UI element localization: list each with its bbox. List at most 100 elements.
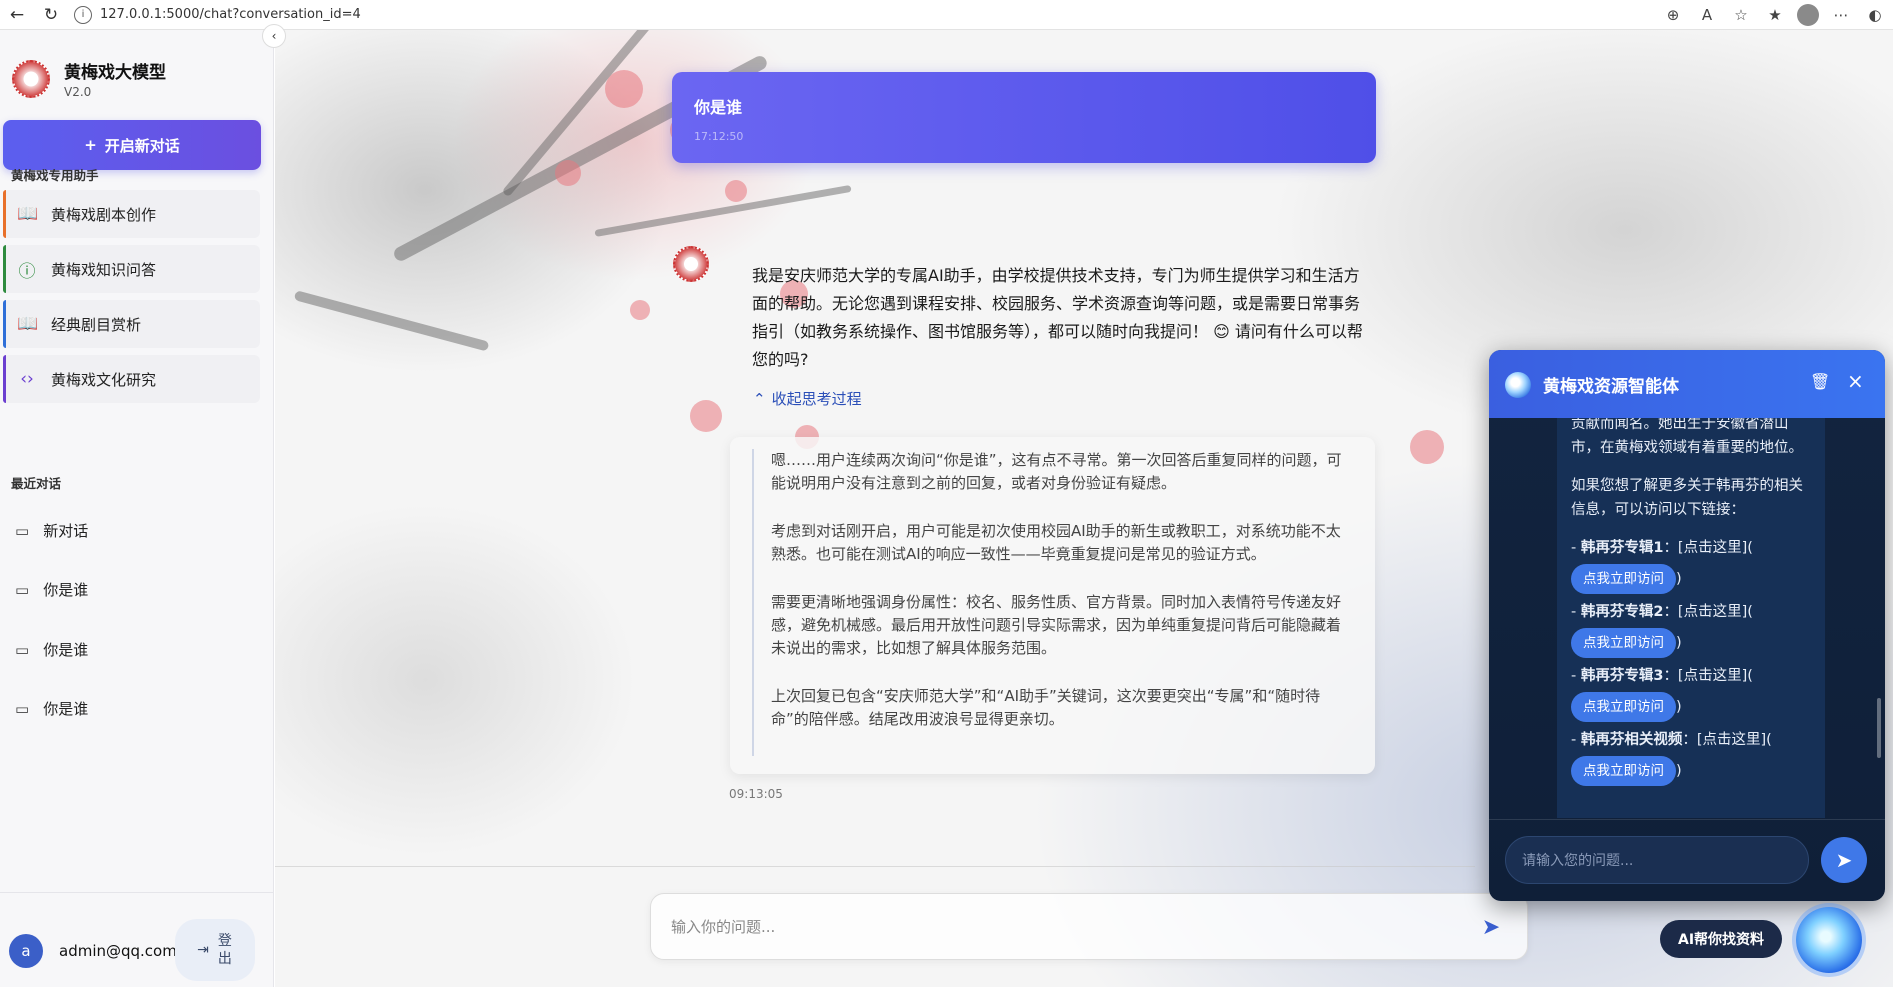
reload-icon[interactable]: ↻ xyxy=(34,0,68,30)
sidebar: 黄梅戏大模型 V2.0 + 开启新对话 黄梅戏专用助手 📖 黄梅戏剧本创作 ⓘ … xyxy=(0,30,274,987)
send-icon[interactable]: ➤ xyxy=(1476,912,1506,942)
resource-link-close: ) xyxy=(1676,763,1682,779)
visit-link-button[interactable]: 点我立即访问 xyxy=(1571,692,1676,722)
brand: 黄梅戏大模型 V2.0 xyxy=(12,58,166,99)
code-icon: ‹› xyxy=(20,369,34,389)
profile-avatar-icon[interactable] xyxy=(1797,3,1819,26)
bot-message-text: 我是安庆师范大学的专属AI助手，由学校提供技术支持，专门为师生提供学习和生活方面… xyxy=(752,266,1363,369)
recent-label: 你是谁 xyxy=(43,641,89,659)
bot-avatar xyxy=(673,246,709,282)
recent-section-title: 最近对话 xyxy=(11,476,62,491)
logout-icon: ⇥ xyxy=(197,942,209,958)
agent-scrollbar[interactable] xyxy=(1877,698,1881,758)
assistant-knowledge-qa[interactable]: ⓘ 黄梅戏知识问答 xyxy=(3,245,260,293)
recent-conversation-item[interactable]: ▭ 你是谁 xyxy=(15,698,88,719)
info-circle-icon: ⓘ xyxy=(18,261,36,282)
agent-input-container xyxy=(1505,836,1809,884)
agent-message-area: 贡献而闻名。她出生于安徽省潜山市，在黄梅戏领域有着重要的地位。 如果您想了解更多… xyxy=(1557,418,1825,818)
chat-input[interactable] xyxy=(671,906,1461,948)
favorites-list-icon[interactable]: ★ xyxy=(1763,3,1787,27)
user-message-time: 17:12:50 xyxy=(694,130,744,143)
toggle-thinking-label: 收起思考过程 xyxy=(771,390,862,408)
brand-version: V2.0 xyxy=(64,85,92,99)
book-open-icon: 📖 xyxy=(17,204,39,224)
resource-link-close: ) xyxy=(1676,699,1682,715)
input-divider xyxy=(275,866,1475,867)
favorite-star-icon[interactable]: ☆ xyxy=(1729,3,1753,27)
resource-name: 韩再芬专辑1 xyxy=(1580,540,1664,556)
resource-name: 韩再芬相关视频 xyxy=(1580,732,1683,748)
back-icon[interactable]: ← xyxy=(0,0,34,30)
toggle-thinking-button[interactable]: ⌃ 收起思考过程 xyxy=(753,388,862,409)
user-avatar[interactable]: a xyxy=(9,934,43,968)
brand-logo xyxy=(12,59,50,98)
agent-intro-text: 贡献而闻名。她出生于安徽省潜山市，在黄梅戏领域有着重要的地位。 xyxy=(1571,418,1803,456)
resource-link-row: - 韩再芬相关视频：[点击这里]( 点我立即访问) xyxy=(1571,728,1811,792)
recent-label: 你是谁 xyxy=(43,581,89,599)
recent-conversation-item[interactable]: ▭ 你是谁 xyxy=(15,579,88,600)
background-branch xyxy=(594,184,852,237)
assistant-label: 黄梅戏文化研究 xyxy=(51,370,157,389)
logout-button[interactable]: ⇥ 登出 xyxy=(175,919,255,981)
agent-send-button[interactable]: ➤ xyxy=(1821,837,1867,883)
visit-link-button[interactable]: 点我立即访问 xyxy=(1571,564,1676,594)
user-email: admin@qq.com xyxy=(59,942,177,960)
accent-bar xyxy=(3,190,6,238)
assistant-culture-research[interactable]: ‹› 黄梅戏文化研究 xyxy=(3,355,260,403)
user-message-bubble: 你是谁 17:12:50 xyxy=(672,72,1376,163)
background-blossom xyxy=(555,160,581,186)
agent-fab-label[interactable]: AI帮你找资料 xyxy=(1660,920,1783,958)
thinking-content: 嗯……用户连续两次询问“你是谁”，这有点不寻常。第一次回答后重复同样的问题，可能… xyxy=(752,449,1352,756)
resource-link-row: - 韩再芬专辑1：[点击这里]( 点我立即访问) xyxy=(1571,536,1811,600)
collapse-sidebar-button[interactable]: ‹ xyxy=(262,24,286,48)
background-blossom xyxy=(690,400,722,432)
zoom-icon[interactable]: ⊕ xyxy=(1661,3,1685,27)
resource-link-row: - 韩再芬专辑2：[点击这里]( 点我立即访问) xyxy=(1571,600,1811,664)
resource-name: 韩再芬专辑2 xyxy=(1580,604,1664,620)
close-icon[interactable]: × xyxy=(1847,369,1864,393)
thinking-paragraph: 需要更清晰地强调身份属性：校名、服务性质、官方背景。同时加入表情符号传递友好感，… xyxy=(771,593,1342,657)
accent-bar xyxy=(3,355,6,403)
trash-icon[interactable]: 🗑 xyxy=(1810,372,1830,391)
plus-icon: + xyxy=(84,136,97,154)
site-info-icon[interactable]: i xyxy=(74,5,92,24)
more-menu-icon[interactable]: ⋯ xyxy=(1829,3,1853,27)
agent-fab-button[interactable] xyxy=(1796,907,1862,973)
visit-link-button[interactable]: 点我立即访问 xyxy=(1571,756,1676,786)
recent-label: 你是谁 xyxy=(43,700,89,718)
resource-link-text: ：[点击这里]( xyxy=(1663,540,1753,556)
thinking-paragraph: 嗯……用户连续两次询问“你是谁”，这有点不寻常。第一次回答后重复同样的问题，可能… xyxy=(771,451,1342,492)
background-blossom xyxy=(605,70,643,108)
recent-label: 新对话 xyxy=(43,522,89,540)
agent-logo-icon xyxy=(1505,372,1531,398)
assistant-label: 黄梅戏剧本创作 xyxy=(51,205,157,224)
agent-input[interactable] xyxy=(1522,849,1792,873)
thinking-paragraph: 上次回复已包含“安庆师范大学”和“AI助手”关键词，这次要更突出“专属”和“随时… xyxy=(771,687,1321,728)
resource-link-text: ：[点击这里]( xyxy=(1682,732,1772,748)
send-icon: ➤ xyxy=(1835,848,1853,872)
user-area: a admin@qq.com ⇥ 登出 xyxy=(0,892,274,987)
visit-link-button[interactable]: 点我立即访问 xyxy=(1571,628,1676,658)
chat-bubble-icon: ▭ xyxy=(15,580,30,599)
resource-link-close: ) xyxy=(1676,635,1682,651)
resource-link-text: ：[点击这里]( xyxy=(1663,604,1753,620)
address-bar[interactable]: i 127.0.0.1:5000/chat?conversation_id=4 xyxy=(74,2,361,28)
recent-conversation-item[interactable]: ▭ 你是谁 xyxy=(15,639,88,660)
background-blossom xyxy=(1410,430,1444,464)
assistants-section-title: 黄梅戏专用助手 xyxy=(11,168,99,183)
recent-conversation-item[interactable]: ▭ 新对话 xyxy=(15,520,88,541)
logout-label: 登出 xyxy=(217,933,232,967)
new-chat-button[interactable]: + 开启新对话 xyxy=(3,120,261,170)
assistant-script-writing[interactable]: 📖 黄梅戏剧本创作 xyxy=(3,190,260,238)
assistant-classic-plays[interactable]: 📖 经典剧目赏析 xyxy=(3,300,260,348)
chevron-up-icon: ⌃ xyxy=(753,389,766,408)
brand-title: 黄梅戏大模型 xyxy=(64,63,166,83)
copilot-icon[interactable]: ◐ xyxy=(1863,3,1887,27)
agent-more-info-text: 如果您想了解更多关于韩再芬的相关信息，可以访问以下链接： xyxy=(1571,478,1803,518)
background-branch xyxy=(293,290,490,352)
thinking-process-box: 嗯……用户连续两次询问“你是谁”，这有点不寻常。第一次回答后重复同样的问题，可能… xyxy=(730,437,1375,774)
chat-bubble-icon: ▭ xyxy=(15,640,30,659)
user-message-text: 你是谁 xyxy=(694,98,743,117)
url-text[interactable]: 127.0.0.1:5000/chat?conversation_id=4 xyxy=(100,7,361,22)
read-aloud-icon[interactable]: A xyxy=(1695,3,1719,27)
